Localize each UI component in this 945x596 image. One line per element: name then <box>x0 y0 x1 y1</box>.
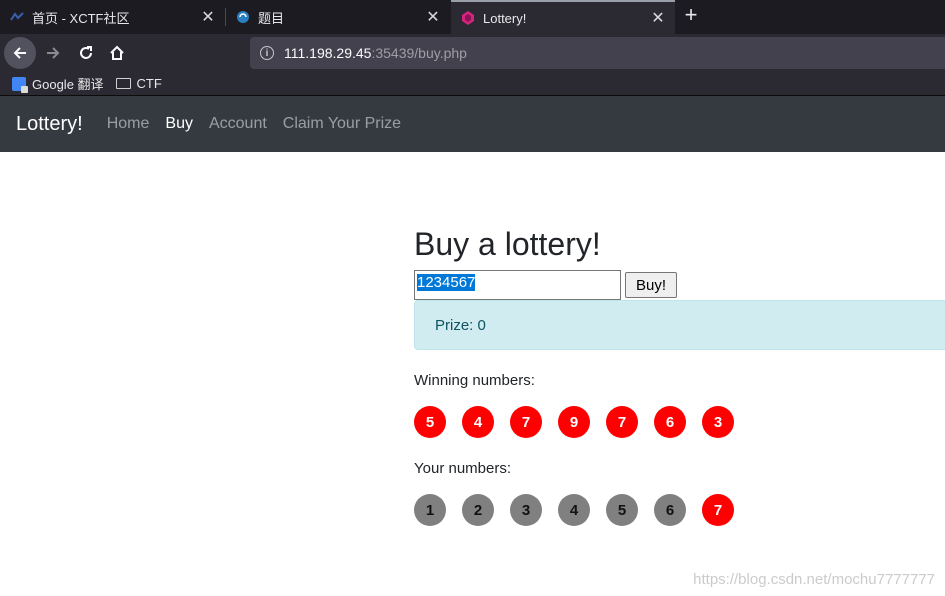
tab-lottery[interactable]: Lottery! ✕ <box>451 0 675 34</box>
your-number-ball: 4 <box>558 494 590 526</box>
winning-number-ball: 3 <box>702 406 734 438</box>
back-button[interactable] <box>4 37 36 69</box>
your-number-ball: 1 <box>414 494 446 526</box>
nav-buy[interactable]: Buy <box>165 115 193 133</box>
brand-link[interactable]: Lottery! <box>16 113 83 136</box>
your-number-ball: 5 <box>606 494 638 526</box>
tab-bar: 首页 - XCTF社区 ✕ 题目 ✕ Lottery! ✕ + <box>0 0 945 34</box>
your-numbers-label: Your numbers: <box>414 460 512 477</box>
winning-number-ball: 7 <box>510 406 542 438</box>
bookmark-google-translate[interactable]: Google 翻译 <box>12 74 104 93</box>
bookmark-label: Google 翻译 <box>32 77 104 92</box>
page-title: Buy a lottery! <box>414 226 601 262</box>
your-number-ball: 7 <box>702 494 734 526</box>
close-icon[interactable]: ✕ <box>647 8 669 28</box>
winning-number-ball: 7 <box>606 406 638 438</box>
new-tab-button[interactable]: + <box>680 4 702 28</box>
winning-number-ball: 6 <box>654 406 686 438</box>
watermark: https://blog.csdn.net/mochu7777777 <box>693 571 935 588</box>
bookmark-ctf-folder[interactable]: CTF <box>115 76 162 91</box>
winning-numbers: 5479763 <box>414 406 750 438</box>
home-icon <box>110 45 124 60</box>
xctf-icon <box>10 10 24 24</box>
prize-alert: Prize: 0 <box>414 300 945 350</box>
arrow-right-icon <box>47 47 60 59</box>
reload-icon <box>80 46 92 59</box>
prize-text: Prize: 0 <box>435 317 486 334</box>
address-bar[interactable]: i 111.198.29.45 :35439/buy.php <box>250 37 945 69</box>
google-translate-icon <box>12 76 28 93</box>
your-number-ball: 3 <box>510 494 542 526</box>
url-path: :35439/buy.php <box>371 45 467 61</box>
site-navbar: Lottery! Home Buy Account Claim Your Pri… <box>0 96 945 152</box>
close-icon[interactable]: ✕ <box>197 7 219 27</box>
browser-toolbar: i 111.198.29.45 :35439/buy.php <box>0 34 945 72</box>
url-host: 111.198.29.45 <box>284 45 372 61</box>
nav-account[interactable]: Account <box>209 115 267 133</box>
bookmarks-bar: Google 翻译 CTF <box>0 72 945 96</box>
reload-button[interactable] <box>70 37 102 69</box>
tab-title: 首页 - XCTF社区 <box>32 10 130 26</box>
winning-number-ball: 4 <box>462 406 494 438</box>
forward-button[interactable] <box>37 37 69 69</box>
your-number-ball: 6 <box>654 494 686 526</box>
your-numbers: 1234567 <box>414 494 750 526</box>
winning-numbers-label: Winning numbers: <box>414 372 535 389</box>
tab-title: 题目 <box>258 10 285 26</box>
tab-problems[interactable]: 题目 ✕ <box>226 0 450 34</box>
info-icon[interactable]: i <box>260 46 274 60</box>
diamond-icon <box>461 11 475 25</box>
bookmark-label: CTF <box>136 76 162 91</box>
tab-xctf[interactable]: 首页 - XCTF社区 ✕ <box>0 0 225 34</box>
globe-icon <box>236 10 250 24</box>
nav-claim-prize[interactable]: Claim Your Prize <box>283 115 401 133</box>
close-icon[interactable]: ✕ <box>422 7 444 27</box>
ticket-number-value: 1234567 <box>417 274 476 291</box>
buy-button[interactable]: Buy! <box>625 272 677 298</box>
your-number-ball: 2 <box>462 494 494 526</box>
home-button[interactable] <box>101 37 133 69</box>
winning-number-ball: 9 <box>558 406 590 438</box>
winning-number-ball: 5 <box>414 406 446 438</box>
folder-icon <box>115 78 131 89</box>
arrow-left-icon <box>13 47 26 59</box>
nav-home[interactable]: Home <box>107 115 150 133</box>
tab-title: Lottery! <box>483 10 527 26</box>
ticket-number-input[interactable]: 1234567 <box>414 270 621 300</box>
